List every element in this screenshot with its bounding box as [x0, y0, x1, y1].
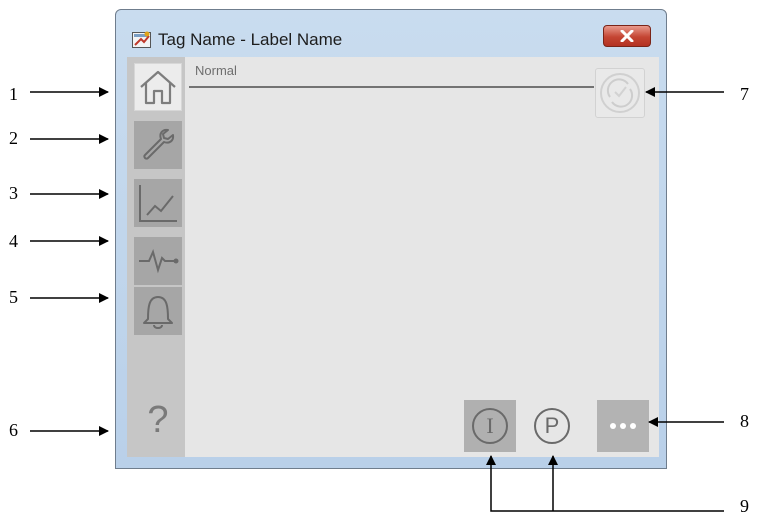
- title-bar[interactable]: Tag Name - Label Name: [116, 10, 666, 56]
- help-button[interactable]: ?: [134, 392, 182, 448]
- program-button[interactable]: P: [526, 400, 578, 452]
- home-icon: [140, 70, 176, 105]
- sidebar: ?: [127, 57, 185, 457]
- sidebar-item-diagnostics[interactable]: [134, 237, 182, 285]
- callout-7: 7: [740, 84, 749, 104]
- window-title: Tag Name - Label Name: [158, 30, 343, 49]
- close-icon: [620, 30, 634, 42]
- faceplate-client-area: ? Normal I P: [127, 57, 659, 457]
- callout-3: 3: [9, 183, 18, 203]
- ellipsis-icon: [610, 423, 636, 429]
- refresh-button[interactable]: [595, 68, 645, 118]
- status-label: Normal: [195, 63, 237, 78]
- callout-9: 9: [740, 496, 749, 516]
- app-icon: [132, 31, 151, 48]
- input-label: I: [486, 413, 494, 438]
- input-button[interactable]: I: [464, 400, 516, 452]
- callout-1: 1: [9, 84, 18, 104]
- sidebar-item-alarms[interactable]: [134, 287, 182, 335]
- callout-2: 2: [9, 128, 18, 148]
- status-divider: [189, 86, 594, 88]
- sidebar-item-trends[interactable]: [134, 179, 182, 227]
- refresh-icon: [600, 73, 640, 113]
- faceplate-window: Tag Name - Label Name ? Normal I P: [115, 9, 667, 469]
- bell-icon: [143, 296, 173, 329]
- callout-5: 5: [9, 287, 18, 307]
- callout-6: 6: [9, 420, 18, 440]
- sidebar-item-maintenance[interactable]: [134, 121, 182, 169]
- wrench-icon: [143, 128, 175, 160]
- close-button[interactable]: [603, 25, 651, 47]
- trend-chart-icon: [139, 185, 177, 222]
- sidebar-item-home[interactable]: [134, 63, 182, 111]
- callout-8: 8: [740, 411, 749, 431]
- callout-4: 4: [9, 231, 18, 251]
- program-label: P: [544, 413, 560, 438]
- more-button[interactable]: [597, 400, 649, 452]
- help-icon: ?: [147, 398, 169, 441]
- pulse-icon: [139, 249, 179, 274]
